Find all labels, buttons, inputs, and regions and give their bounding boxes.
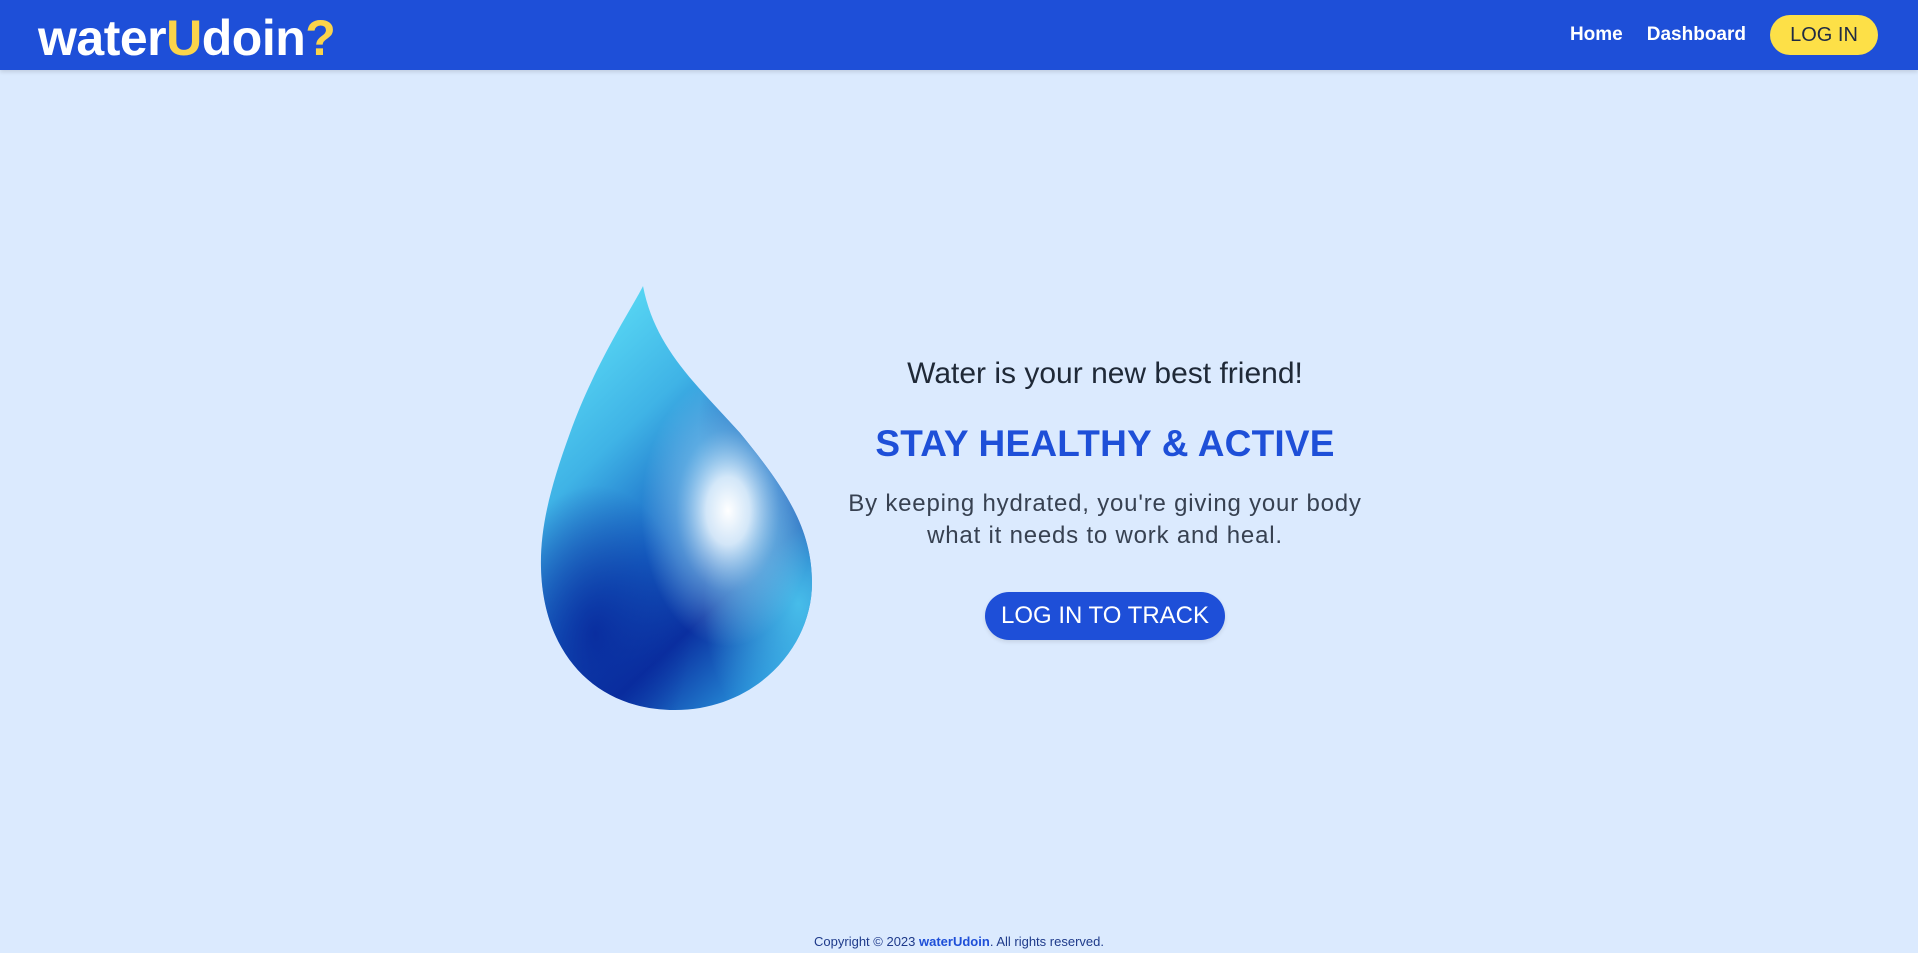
logo-text-doin: doin — [201, 10, 306, 66]
footer-copyright-prefix: Copyright © 2023 — [814, 934, 920, 949]
hero-text: Water is your new best friend! STAY HEAL… — [830, 350, 1380, 640]
navbar: waterUdoin? Home Dashboard LOG IN — [0, 0, 1918, 70]
login-to-track-button[interactable]: LOG IN TO TRACK — [985, 592, 1225, 640]
hero-headline: STAY HEALTHY & ACTIVE — [875, 423, 1335, 464]
hero-subtext-line2: what it needs to work and heal. — [927, 522, 1283, 549]
water-drop-icon — [540, 286, 812, 710]
logo-text-question: ? — [305, 10, 336, 66]
footer: Copyright © 2023 waterUdoin. All rights … — [0, 932, 1918, 952]
hero-subtext-line1: By keeping hydrated, you're giving your … — [848, 490, 1362, 517]
logo-text-water: water — [38, 10, 167, 66]
nav-dashboard-link[interactable]: Dashboard — [1647, 24, 1746, 46]
footer-copyright-suffix: . All rights reserved. — [989, 934, 1104, 949]
logo-text-u: U — [166, 10, 202, 66]
hero-tagline: Water is your new best friend! — [907, 357, 1303, 390]
nav-home-link[interactable]: Home — [1570, 24, 1623, 46]
footer-brand: waterUdoin — [919, 934, 990, 949]
nav-links: Home Dashboard LOG IN — [1570, 15, 1878, 55]
hero-subtext: By keeping hydrated, you're giving your … — [830, 488, 1380, 552]
nav-login-button[interactable]: LOG IN — [1770, 15, 1878, 55]
brand-logo[interactable]: waterUdoin? — [38, 8, 336, 68]
